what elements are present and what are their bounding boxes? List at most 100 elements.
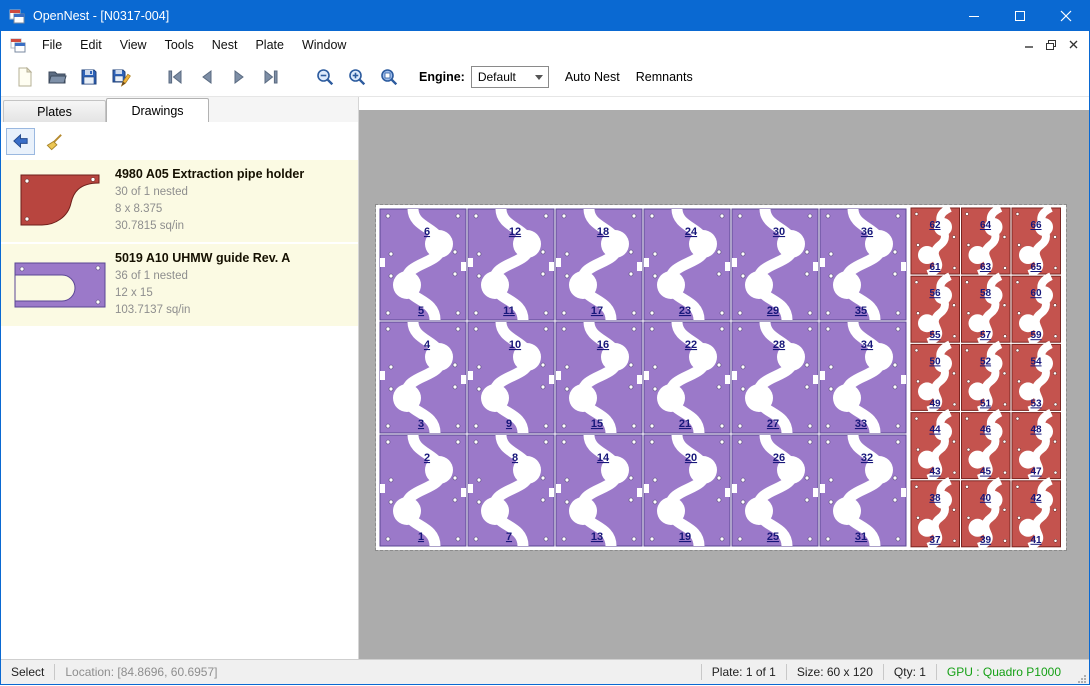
nest-svg[interactable]: 6512111817242330293635431091615222128273… <box>376 205 1066 550</box>
part-number: 59 <box>1030 330 1042 341</box>
part-number: 66 <box>1030 220 1042 231</box>
auto-nest-button[interactable]: Auto Nest <box>565 70 620 84</box>
drawing-size: 12 x 15 <box>115 285 290 302</box>
part-number: 41 <box>1030 535 1042 546</box>
part-number: 12 <box>509 226 521 238</box>
mdi-close-icon[interactable] <box>1062 35 1084 55</box>
part-number: 34 <box>861 339 874 351</box>
drawing-nested-count: 30 of 1 nested <box>115 184 304 201</box>
menu-window[interactable]: Window <box>293 33 355 57</box>
part-number: 42 <box>1030 493 1042 504</box>
part-number: 20 <box>685 452 697 464</box>
part-number: 32 <box>861 452 873 464</box>
save-icon[interactable] <box>74 62 104 92</box>
part-number: 7 <box>506 531 512 543</box>
part-number: 44 <box>929 425 941 436</box>
remnants-button[interactable]: Remnants <box>636 70 693 84</box>
go-next-icon[interactable] <box>224 62 254 92</box>
nest-canvas[interactable]: 6512111817242330293635431091615222128273… <box>359 110 1089 659</box>
menu-file[interactable]: File <box>33 33 71 57</box>
status-plate: Plate: 1 of 1 <box>702 660 786 684</box>
drawing-item-uhmw-guide[interactable]: 5019 A10 UHMW guide Rev. A 36 of 1 neste… <box>1 244 358 328</box>
go-first-icon[interactable] <box>160 62 190 92</box>
clear-broom-icon[interactable] <box>40 128 69 155</box>
save-as-icon[interactable] <box>106 62 136 92</box>
status-gpu: GPU : Quadro P1000 <box>937 660 1071 684</box>
drawing-thumbnail-red <box>5 167 115 235</box>
part-number: 50 <box>929 356 941 367</box>
drawing-size: 8 x 8.375 <box>115 201 304 218</box>
close-icon[interactable] <box>1043 1 1089 31</box>
part-number: 36 <box>861 226 873 238</box>
part-number: 9 <box>506 418 512 430</box>
part-number: 25 <box>767 531 779 543</box>
part-number: 16 <box>597 339 609 351</box>
menu-edit[interactable]: Edit <box>71 33 111 57</box>
menu-tools[interactable]: Tools <box>156 33 203 57</box>
part-number: 5 <box>418 305 424 317</box>
tab-plates[interactable]: Plates <box>3 100 106 122</box>
part-number: 63 <box>980 262 992 273</box>
titlebar: OpenNest - [N0317-004] <box>1 1 1089 31</box>
app-window: OpenNest - [N0317-004] File Edit View To… <box>0 0 1090 685</box>
go-last-icon[interactable] <box>256 62 286 92</box>
drawing-nested-count: 36 of 1 nested <box>115 268 290 285</box>
mdi-restore-icon[interactable] <box>1040 35 1062 55</box>
part-number: 19 <box>679 531 691 543</box>
mdi-child-icon <box>10 37 26 53</box>
maximize-icon[interactable] <box>997 1 1043 31</box>
part-number: 45 <box>980 467 992 478</box>
mdi-window-controls <box>1018 35 1084 55</box>
window-title: OpenNest - [N0317-004] <box>33 9 169 23</box>
part-number: 18 <box>597 226 609 238</box>
left-panel: Plates Drawings <box>1 97 359 659</box>
go-previous-icon[interactable] <box>192 62 222 92</box>
import-back-arrow-icon[interactable] <box>6 128 35 155</box>
drawing-thumbnail-purple <box>5 251 115 319</box>
part-number: 60 <box>1030 288 1042 299</box>
part-number: 53 <box>1030 398 1042 409</box>
tab-drawings[interactable]: Drawings <box>106 98 209 122</box>
menubar: File Edit View Tools Nest Plate Window <box>1 31 1089 58</box>
part-number: 46 <box>980 425 992 436</box>
resize-grip[interactable] <box>1071 658 1089 686</box>
open-folder-icon[interactable] <box>42 62 72 92</box>
nest-plate[interactable]: 6512111817242330293635431091615222128273… <box>376 205 1066 550</box>
menu-view[interactable]: View <box>111 33 156 57</box>
zoom-in-icon[interactable] <box>342 62 372 92</box>
mdi-minimize-icon[interactable] <box>1018 35 1040 55</box>
part-number: 56 <box>929 288 941 299</box>
part-number: 17 <box>591 305 603 317</box>
zoom-fit-icon[interactable] <box>374 62 404 92</box>
part-number: 2 <box>424 452 430 464</box>
status-size: Size: 60 x 120 <box>787 660 883 684</box>
part-number: 31 <box>855 531 867 543</box>
part-number: 61 <box>929 262 941 273</box>
canvas-wrap: 6512111817242330293635431091615222128273… <box>359 97 1089 659</box>
part-number: 8 <box>512 452 518 464</box>
part-number: 57 <box>980 330 992 341</box>
menu-plate[interactable]: Plate <box>246 33 293 57</box>
part-number: 4 <box>424 339 431 351</box>
part-number: 62 <box>929 220 941 231</box>
main-area: Plates Drawings <box>1 97 1089 659</box>
part-number: 23 <box>679 305 691 317</box>
part-number: 55 <box>929 330 941 341</box>
drawing-title: 5019 A10 UHMW guide Rev. A <box>115 251 290 265</box>
part-number: 38 <box>929 493 941 504</box>
statusbar: Select Location: [84.8696, 60.6957] Plat… <box>1 659 1089 684</box>
tab-strip: Plates Drawings <box>1 97 358 122</box>
drawing-area: 30.7815 sq/in <box>115 218 304 235</box>
minimize-icon[interactable] <box>951 1 997 31</box>
part-number: 24 <box>685 226 698 238</box>
part-number: 15 <box>591 418 603 430</box>
engine-select[interactable]: Default <box>471 66 549 88</box>
menu-nest[interactable]: Nest <box>203 33 247 57</box>
part-number: 22 <box>685 339 697 351</box>
drawing-item-extraction-pipe-holder[interactable]: 4980 A05 Extraction pipe holder 30 of 1 … <box>1 160 358 244</box>
engine-selected-value: Default <box>478 70 516 84</box>
drawings-toolbar <box>1 122 358 160</box>
new-document-icon[interactable] <box>10 62 40 92</box>
zoom-out-icon[interactable] <box>310 62 340 92</box>
status-mode: Select <box>1 660 54 684</box>
